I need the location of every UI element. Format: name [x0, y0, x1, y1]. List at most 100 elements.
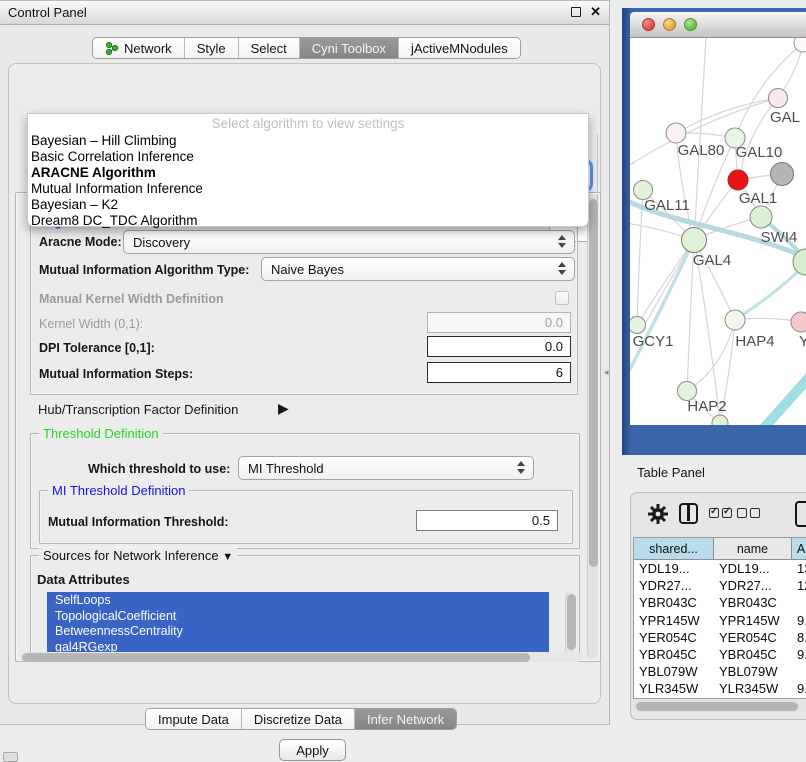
- table-row[interactable]: YLR345W YLR345W 9.: [634, 680, 806, 697]
- table-horizontal-scrollbar[interactable]: [633, 700, 806, 712]
- network-canvas[interactable]: GALGAL80GAL10GAL1GAL11SWI4GAL4GCY1HAP4YH…: [630, 38, 806, 425]
- gear-icon[interactable]: [647, 502, 669, 526]
- manual-kernel-checkbox[interactable]: [555, 291, 569, 305]
- table-row[interactable]: YIL052C YIL052C 9: [634, 698, 806, 700]
- which-threshold-value: MI Threshold: [248, 461, 324, 476]
- graph-node[interactable]: [666, 123, 686, 143]
- tab-jactivemnodules[interactable]: jActiveMNodules: [399, 38, 520, 58]
- export-table-icon[interactable]: [795, 501, 806, 527]
- cell: YIL052C: [714, 698, 792, 700]
- dropdown-item[interactable]: Mutual Information Inference: [31, 181, 203, 196]
- tab-cyni-toolbox[interactable]: Cyni Toolbox: [300, 38, 399, 58]
- control-panel-titlebar: Control Panel ✕: [0, 1, 609, 25]
- deselect-all-checkboxes-icon[interactable]: [737, 508, 760, 518]
- table-row[interactable]: YBR045C YBR045C 9.: [634, 646, 806, 663]
- tab-network[interactable]: Network: [93, 38, 185, 58]
- data-attributes-list[interactable]: SelfLoops TopologicalCoefficient Between…: [47, 592, 549, 654]
- settings-horizontal-scrollbar[interactable]: [20, 652, 582, 662]
- graph-node-label: GAL1: [739, 190, 777, 207]
- column-browser-icon[interactable]: [679, 503, 698, 524]
- table-row[interactable]: YPR145W YPR145W 9.: [634, 612, 806, 629]
- collapse-down-icon[interactable]: ▼: [222, 551, 233, 563]
- graph-node[interactable]: [712, 415, 728, 425]
- tab-impute-data[interactable]: Impute Data: [146, 709, 242, 729]
- column-header-name[interactable]: name: [714, 538, 792, 560]
- graph-node[interactable]: [769, 89, 788, 108]
- tab-select[interactable]: Select: [239, 38, 300, 58]
- mi-threshold-label: Mutual Information Threshold:: [48, 515, 229, 529]
- sources-group-title: Sources for Network Inference ▼: [39, 548, 237, 563]
- graph-node-label: HAP2: [687, 398, 726, 415]
- graph-node[interactable]: [771, 163, 794, 186]
- mi-steps-field[interactable]: 6: [427, 362, 571, 383]
- attribute-list-scrollbar[interactable]: [565, 592, 575, 654]
- apply-button[interactable]: Apply: [279, 739, 346, 761]
- dropdown-item[interactable]: Bayesian – Hill Climbing: [31, 133, 177, 148]
- mi-threshold-field[interactable]: 0.5: [416, 510, 558, 531]
- cell: 9.: [792, 612, 806, 629]
- network-window-titlebar[interactable]: [630, 12, 806, 38]
- expand-right-icon[interactable]: ▶: [278, 400, 289, 417]
- table-row[interactable]: YER054C YER054C 8.: [634, 629, 806, 646]
- graph-node-label: SWI4: [761, 229, 798, 246]
- tab-discretize-data[interactable]: Discretize Data: [242, 709, 355, 729]
- column-header-partial[interactable]: A: [792, 538, 806, 560]
- select-all-checkboxes-icon[interactable]: [709, 508, 732, 518]
- cell: 8.: [792, 629, 806, 646]
- close-panel-icon[interactable]: ✕: [590, 4, 601, 20]
- list-item[interactable]: BetweennessCentrality: [47, 623, 549, 639]
- cell: YLR345W: [634, 680, 714, 697]
- table-row[interactable]: YDL19... YDL19... 13: [634, 560, 806, 577]
- panel-splitter-handle[interactable]: ◂: [604, 367, 609, 378]
- column-header-shared-name[interactable]: shared...: [634, 538, 714, 560]
- cell: YBR045C: [714, 646, 792, 663]
- tab-infer-network[interactable]: Infer Network: [355, 709, 456, 729]
- list-item[interactable]: TopologicalCoefficient: [47, 608, 549, 624]
- graph-node-label: Y: [799, 333, 806, 350]
- table-row[interactable]: YBR043C YBR043C: [634, 594, 806, 611]
- tab-network-label: Network: [124, 41, 172, 56]
- minimize-window-icon[interactable]: [663, 18, 676, 31]
- graph-node[interactable]: [725, 310, 745, 330]
- which-threshold-label: Which threshold to use:: [88, 462, 230, 476]
- table-row[interactable]: YDR27... YDR27... 12: [634, 577, 806, 594]
- list-item[interactable]: SelfLoops: [47, 592, 549, 608]
- dropdown-item-selected[interactable]: ARACNE Algorithm: [31, 165, 156, 180]
- cell: YBR043C: [634, 594, 714, 611]
- settings-vertical-scrollbar[interactable]: [587, 197, 598, 659]
- close-window-icon[interactable]: [642, 18, 655, 31]
- mi-steps-value: 6: [556, 365, 563, 380]
- graph-node[interactable]: [750, 206, 772, 228]
- graph-node-label: GAL10: [736, 144, 783, 161]
- hub-definition-label[interactable]: Hub/Transcription Factor Definition: [38, 402, 238, 417]
- aracne-mode-combobox[interactable]: Discovery: [123, 230, 575, 254]
- table-row[interactable]: YBL079W YBL079W: [634, 663, 806, 680]
- dpi-tolerance-value: 0.0: [545, 339, 563, 354]
- cell: YBR043C: [714, 594, 792, 611]
- zoom-window-icon[interactable]: [684, 18, 697, 31]
- graph-node[interactable]: [728, 170, 748, 190]
- cell: YDL19...: [634, 560, 714, 577]
- graph-node[interactable]: [682, 228, 707, 253]
- dpi-tolerance-field[interactable]: 0.0: [427, 336, 571, 357]
- network-icon: [105, 41, 119, 55]
- tab-style[interactable]: Style: [185, 38, 239, 58]
- graph-node[interactable]: [630, 317, 646, 334]
- float-panel-icon[interactable]: [571, 7, 581, 17]
- tab-discretize-data-label: Discretize Data: [254, 712, 342, 727]
- graph-node[interactable]: [791, 312, 806, 332]
- data-attributes-label: Data Attributes: [37, 572, 130, 587]
- dropdown-item[interactable]: Basic Correlation Inference: [31, 149, 194, 164]
- cyni-toolbox-panel: Cyni Algorithm Settings Algorithm Defini…: [8, 63, 601, 704]
- which-threshold-combobox[interactable]: MI Threshold: [238, 456, 534, 480]
- dropdown-item[interactable]: Bayesian – K2: [31, 197, 118, 212]
- minimized-window-icon[interactable]: [3, 752, 18, 762]
- cyni-algorithm-settings-group: Cyni Algorithm Settings Algorithm Defini…: [15, 192, 601, 662]
- cell: 9.: [792, 680, 806, 697]
- dropdown-item[interactable]: Dream8 DC_TDC Algorithm: [31, 213, 198, 228]
- panel-title: Control Panel: [8, 5, 87, 20]
- cell: YER054C: [714, 629, 792, 646]
- table-panel: shared... name A YDL19... YDL19... 13 YD…: [630, 492, 806, 720]
- graph-node-label: HAP4: [735, 333, 774, 350]
- mi-type-combobox[interactable]: Naive Bayes: [261, 257, 575, 281]
